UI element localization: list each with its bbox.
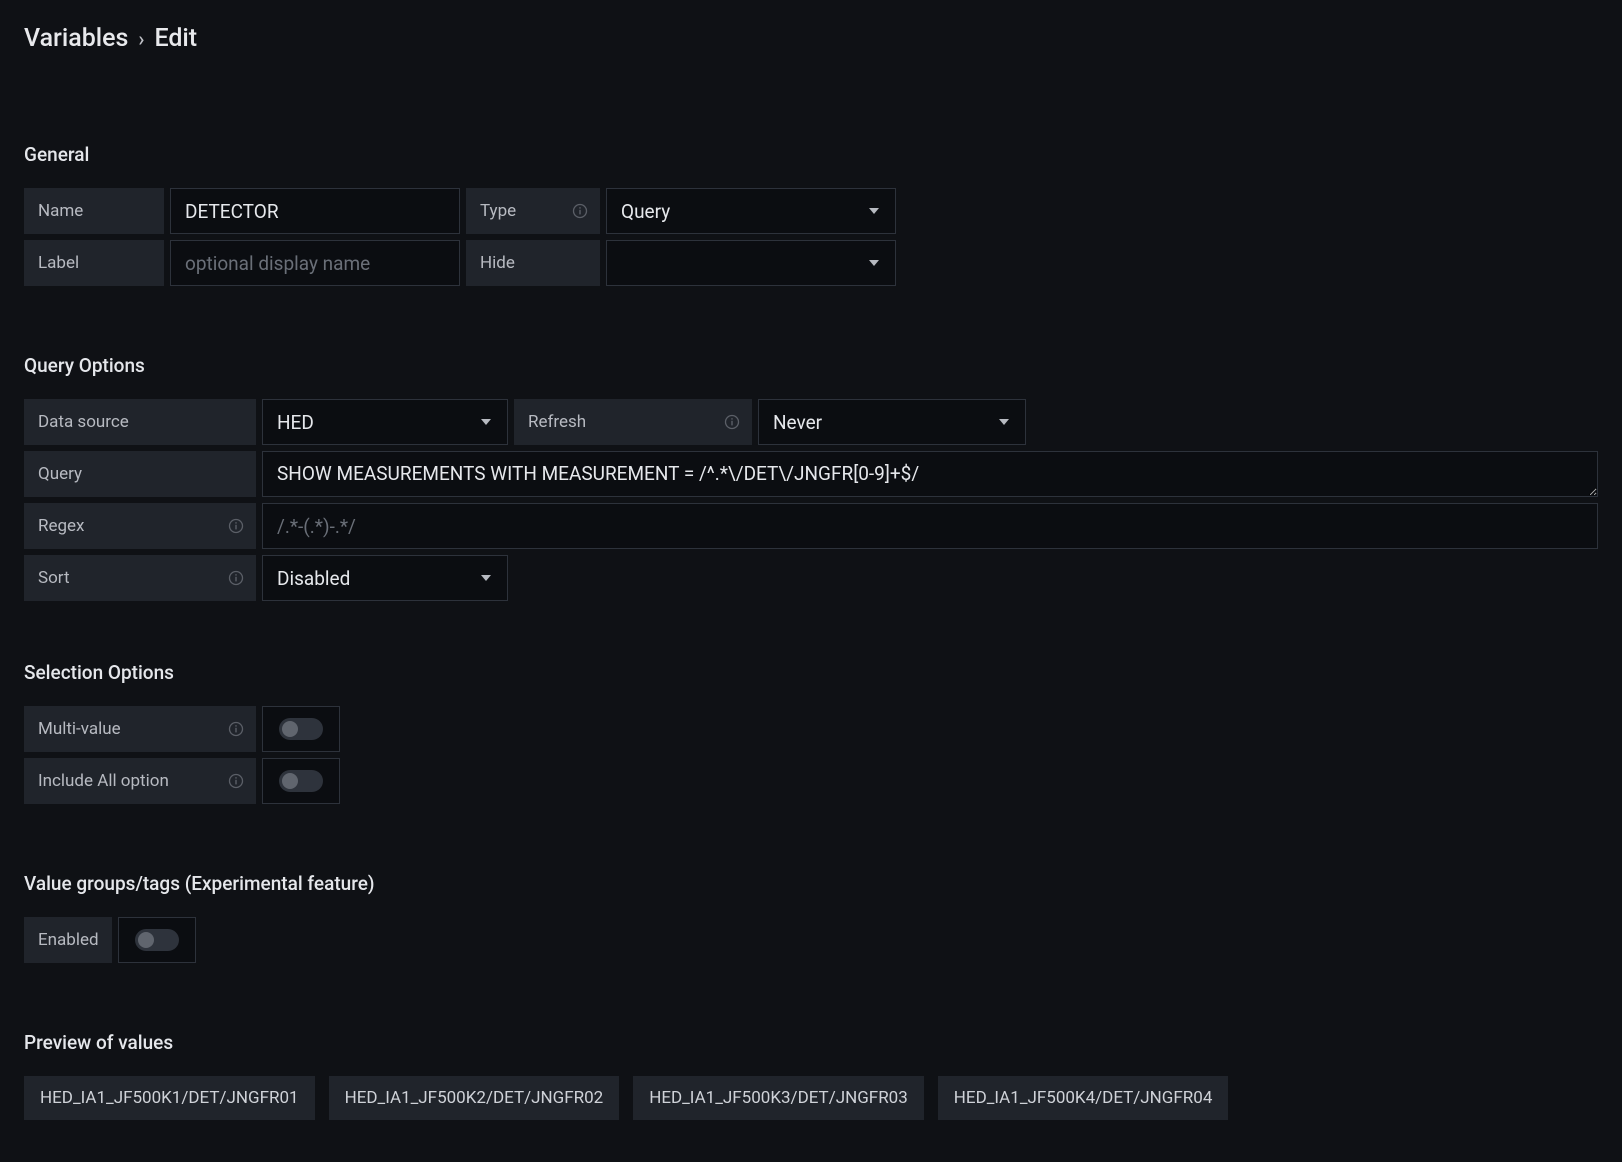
label-regex: Regex [24,503,256,549]
type-select[interactable]: Query [606,188,896,234]
value-groups-enabled-toggle-cell [118,917,196,963]
breadcrumb-root[interactable]: Variables [24,24,128,53]
section-title-value-groups: Value groups/tags (Experimental feature) [24,872,1598,895]
section-title-selection-options: Selection Options [24,661,1598,684]
preview-chip: HED_IA1_JF500K2/DET/JNGFR02 [329,1076,620,1120]
label-enabled: Enabled [24,917,112,963]
multi-value-toggle[interactable] [279,718,323,740]
datasource-select[interactable]: HED [262,399,508,445]
caret-down-icon [869,260,879,266]
preview-chip: HED_IA1_JF500K1/DET/JNGFR01 [24,1076,315,1120]
preview-values: HED_IA1_JF500K1/DET/JNGFR01 HED_IA1_JF50… [24,1076,1598,1120]
info-icon [724,414,740,430]
label-type: Type [466,188,600,234]
caret-down-icon [481,419,491,425]
name-input[interactable] [170,188,460,234]
include-all-toggle-cell [262,758,340,804]
caret-down-icon [869,208,879,214]
hide-select[interactable] [606,240,896,286]
label-label: Label [24,240,164,286]
value-groups-enabled-toggle[interactable] [135,929,179,951]
include-all-toggle[interactable] [279,770,323,792]
info-icon [228,773,244,789]
regex-input[interactable] [262,503,1598,549]
label-multi-value: Multi-value [24,706,256,752]
caret-down-icon [999,419,1009,425]
caret-down-icon [481,575,491,581]
preview-chip: HED_IA1_JF500K4/DET/JNGFR04 [938,1076,1229,1120]
sort-select[interactable]: Disabled [262,555,508,601]
multi-value-toggle-cell [262,706,340,752]
section-title-general: General [24,143,1598,166]
refresh-select[interactable]: Never [758,399,1026,445]
breadcrumb-current: Edit [154,24,197,53]
label-input[interactable] [170,240,460,286]
label-name: Name [24,188,164,234]
info-icon [228,721,244,737]
section-title-preview: Preview of values [24,1031,1598,1054]
label-refresh: Refresh [514,399,752,445]
info-icon [228,570,244,586]
label-hide: Hide [466,240,600,286]
label-query: Query [24,451,256,497]
chevron-right-icon: › [138,27,144,51]
info-icon [228,518,244,534]
label-datasource: Data source [24,399,256,445]
label-include-all: Include All option [24,758,256,804]
breadcrumb: Variables › Edit [24,24,1598,53]
label-sort: Sort [24,555,256,601]
section-title-query-options: Query Options [24,354,1598,377]
query-textarea[interactable] [262,451,1598,497]
info-icon [572,203,588,219]
preview-chip: HED_IA1_JF500K3/DET/JNGFR03 [633,1076,924,1120]
